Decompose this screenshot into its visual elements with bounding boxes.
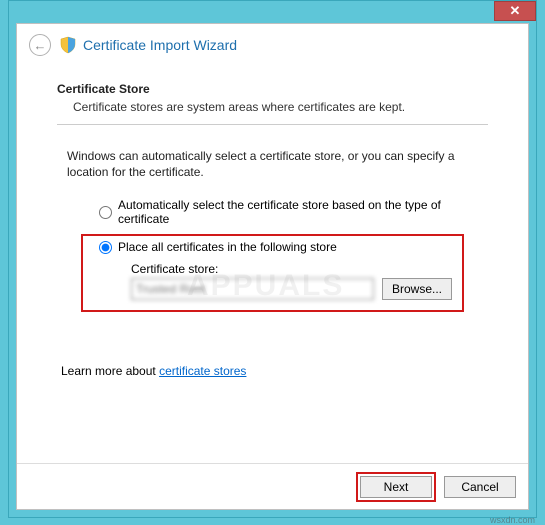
close-button[interactable]: ✕: [494, 1, 536, 21]
radio-place-label: Place all certificates in the following …: [118, 240, 337, 254]
learn-more-link[interactable]: certificate stores: [159, 364, 246, 378]
cancel-button[interactable]: Cancel: [444, 476, 516, 498]
instruction-text: Windows can automatically select a certi…: [67, 149, 478, 180]
content-area: Certificate Store Certificate stores are…: [17, 64, 528, 388]
browse-button[interactable]: Browse...: [382, 278, 452, 300]
radio-auto-label: Automatically select the certificate sto…: [118, 198, 488, 226]
learn-more-prefix: Learn more about: [61, 364, 159, 378]
dialog-frame: ✕ ← Certificate Import Wizard Certificat…: [8, 0, 537, 518]
radio-place-store[interactable]: Place all certificates in the following …: [99, 240, 452, 254]
button-bar: Next Cancel: [17, 463, 528, 509]
wizard-title: Certificate Import Wizard: [83, 37, 237, 53]
radio-auto-select[interactable]: Automatically select the certificate sto…: [99, 198, 488, 226]
section-desc: Certificate stores are system areas wher…: [57, 100, 488, 114]
next-button[interactable]: Next: [360, 476, 432, 498]
learn-more: Learn more about certificate stores: [61, 364, 488, 378]
radio-place-input[interactable]: [99, 241, 112, 254]
radio-auto-input[interactable]: [99, 206, 112, 219]
header-row: ← Certificate Import Wizard: [17, 24, 528, 64]
back-button[interactable]: ←: [29, 34, 51, 56]
back-arrow-icon: ←: [34, 38, 47, 53]
close-icon: ✕: [510, 3, 521, 19]
separator: [57, 124, 488, 125]
certificate-store-input[interactable]: [131, 278, 374, 300]
store-field-label: Certificate store:: [131, 262, 452, 276]
window-body: ← Certificate Import Wizard Certificate …: [16, 23, 529, 510]
shield-icon: [59, 36, 77, 54]
section-title: Certificate Store: [57, 82, 488, 96]
highlight-box: Place all certificates in the following …: [81, 234, 464, 312]
next-highlight: Next: [356, 472, 436, 502]
store-row: Browse...: [131, 278, 452, 300]
titlebar: ✕: [9, 1, 536, 23]
